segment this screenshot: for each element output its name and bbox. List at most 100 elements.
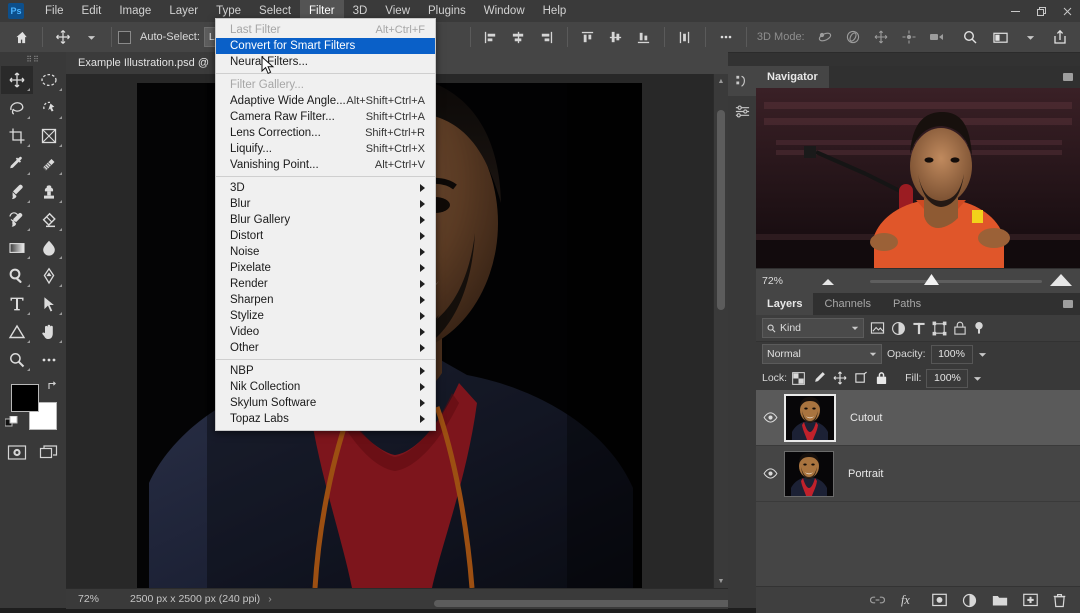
filter-menu-item[interactable]: Distort: [216, 228, 435, 244]
distribute-vertical-icon[interactable]: [671, 25, 699, 49]
eraser-tool-icon[interactable]: [33, 206, 65, 234]
shape-tool-icon[interactable]: [1, 318, 33, 346]
smart-object-filter-icon[interactable]: [953, 321, 967, 336]
filter-menu-item[interactable]: Stylize: [216, 308, 435, 324]
navigator-preview[interactable]: [756, 88, 1080, 268]
menu-layer[interactable]: Layer: [160, 0, 207, 22]
filter-menu-item[interactable]: Blur Gallery: [216, 212, 435, 228]
pan-3d-icon[interactable]: [867, 25, 895, 49]
lock-image-pixels-icon[interactable]: [812, 371, 826, 385]
brush-tool-icon[interactable]: [1, 178, 33, 206]
healing-brush-tool-icon[interactable]: [33, 150, 65, 178]
chevron-down-icon[interactable]: [77, 25, 105, 49]
quick-mask-icon[interactable]: [7, 444, 27, 464]
share-icon[interactable]: [1046, 25, 1074, 49]
zoom-3d-icon[interactable]: [923, 25, 951, 49]
slider-thumb[interactable]: [922, 272, 941, 289]
chevron-down-icon[interactable]: [1016, 25, 1044, 49]
filter-menu-item[interactable]: Vanishing Point... Alt+Ctrl+V: [216, 157, 435, 173]
search-icon[interactable]: [956, 25, 984, 49]
filter-menu-item[interactable]: Video: [216, 324, 435, 340]
opacity-chevron-down-icon[interactable]: [978, 350, 987, 359]
dodge-tool-icon[interactable]: [1, 262, 33, 290]
lock-transparent-pixels-icon[interactable]: [792, 371, 805, 385]
swap-colors-icon[interactable]: [47, 380, 59, 395]
filter-menu-item[interactable]: Neural Filters...: [216, 54, 435, 70]
move-tool-icon[interactable]: [49, 25, 77, 49]
pixel-filter-icon[interactable]: [870, 321, 885, 335]
more-options-button[interactable]: [712, 25, 740, 49]
restore-button[interactable]: [1028, 0, 1054, 22]
filter-menu-item[interactable]: Lens Correction... Shift+Ctrl+R: [216, 125, 435, 141]
document-tab[interactable]: Example Illustration.psd @: [66, 52, 222, 74]
clone-stamp-tool-icon[interactable]: [33, 178, 65, 206]
slide-3d-icon[interactable]: [895, 25, 923, 49]
zoom-in-large-mountain-icon[interactable]: [1048, 273, 1074, 290]
menu-image[interactable]: Image: [110, 0, 160, 22]
menu-window[interactable]: Window: [475, 0, 534, 22]
align-horizontal-centers-icon[interactable]: [505, 25, 533, 49]
workspace-icon[interactable]: [986, 25, 1014, 49]
drag-handle[interactable]: ⠿⠿: [0, 52, 66, 66]
minimize-button[interactable]: [1002, 0, 1028, 22]
tab-paths[interactable]: Paths: [882, 293, 932, 315]
gradient-tool-icon[interactable]: [1, 234, 33, 262]
close-button[interactable]: [1054, 0, 1080, 22]
layer-name[interactable]: Cutout: [850, 412, 882, 424]
filter-menu-item[interactable]: Topaz Labs: [216, 411, 435, 427]
filter-menu-item[interactable]: Adaptive Wide Angle... Alt+Shift+Ctrl+A: [216, 93, 435, 109]
object-selection-tool-icon[interactable]: [33, 94, 65, 122]
adjustment-filter-icon[interactable]: [891, 321, 906, 336]
delete-layer-icon[interactable]: [1053, 593, 1066, 608]
tab-channels[interactable]: Channels: [813, 293, 881, 315]
zoom-tool-icon[interactable]: [1, 346, 33, 374]
history-icon[interactable]: [728, 66, 756, 96]
default-colors-icon[interactable]: [4, 415, 18, 432]
path-selection-tool-icon[interactable]: [33, 290, 65, 318]
filter-menu-dropdown[interactable]: Last Filter Alt+Ctrl+F Convert for Smart F…: [215, 18, 436, 431]
edit-toolbar-icon[interactable]: [33, 346, 65, 374]
filter-menu-item[interactable]: Pixelate: [216, 260, 435, 276]
shape-filter-icon[interactable]: [932, 321, 947, 336]
adjustments-icon[interactable]: [728, 96, 756, 126]
pen-tool-icon[interactable]: [33, 262, 65, 290]
filter-menu-item[interactable]: Nik Collection: [216, 379, 435, 395]
move-tool-icon[interactable]: [1, 66, 33, 94]
eyedropper-tool-icon[interactable]: [1, 150, 33, 178]
new-group-icon[interactable]: [992, 594, 1008, 607]
layer-filter-kind-dropdown[interactable]: Kind: [762, 318, 864, 338]
layer-style-fx-icon[interactable]: fx: [900, 593, 917, 607]
filter-toggle-icon[interactable]: [973, 321, 985, 336]
align-left-edges-icon[interactable]: [477, 25, 505, 49]
table-row[interactable]: Portrait: [756, 446, 1080, 502]
foreground-color-swatch[interactable]: [11, 384, 39, 412]
tab-navigator[interactable]: Navigator: [756, 66, 829, 88]
align-top-edges-icon[interactable]: [574, 25, 602, 49]
zoom-out-small-mountain-icon[interactable]: [820, 276, 837, 289]
home-icon[interactable]: [8, 25, 36, 49]
navigator-zoom-value[interactable]: 72%: [756, 275, 812, 287]
roll-3d-icon[interactable]: [839, 25, 867, 49]
screen-mode-icon[interactable]: [39, 444, 59, 464]
filter-menu-item[interactable]: Sharpen: [216, 292, 435, 308]
link-layers-icon[interactable]: [870, 594, 885, 606]
tab-layers[interactable]: Layers: [756, 293, 814, 315]
opacity-input[interactable]: 100%: [930, 344, 973, 364]
filter-menu-item[interactable]: 3D: [216, 180, 435, 196]
lock-position-icon[interactable]: [833, 371, 847, 385]
menu-file[interactable]: File: [36, 0, 73, 22]
scroll-thumb[interactable]: [434, 600, 734, 607]
auto-select-checkbox[interactable]: [118, 30, 131, 44]
align-vertical-centers-icon[interactable]: [602, 25, 630, 49]
lasso-tool-icon[interactable]: [1, 94, 33, 122]
panel-menu-icon[interactable]: [1063, 299, 1074, 309]
layer-thumbnail[interactable]: [784, 450, 834, 497]
filter-menu-item[interactable]: Render: [216, 276, 435, 292]
scroll-down-arrow-icon[interactable]: ▼: [714, 574, 728, 588]
fill-input[interactable]: 100%: [926, 368, 969, 388]
orbit-3d-icon[interactable]: [811, 25, 839, 49]
filter-menu-item[interactable]: NBP: [216, 363, 435, 379]
filter-menu-item[interactable]: Skylum Software: [216, 395, 435, 411]
layer-thumbnail[interactable]: [784, 393, 836, 442]
blend-mode-dropdown[interactable]: Normal: [762, 344, 882, 364]
